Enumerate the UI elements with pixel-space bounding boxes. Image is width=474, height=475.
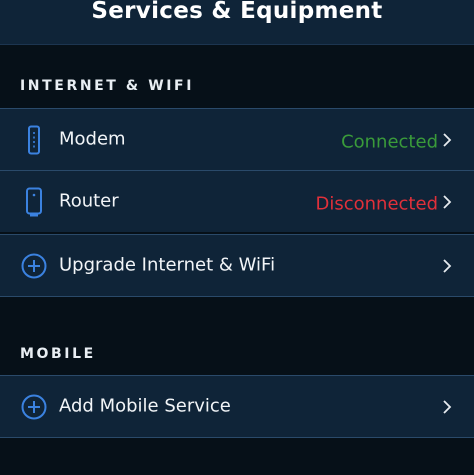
chevron-right-icon (440, 131, 454, 149)
modem-label: Modem (59, 128, 126, 150)
upgrade-internet-row[interactable]: Upgrade Internet & WiFi (0, 234, 474, 297)
add-mobile-service-label: Add Mobile Service (59, 395, 231, 417)
router-row[interactable]: Router Disconnected (0, 170, 474, 232)
modem-icon (19, 125, 49, 155)
upgrade-internet-label: Upgrade Internet & WiFi (59, 254, 276, 276)
router-icon (19, 187, 49, 217)
chevron-right-icon (440, 398, 454, 416)
chevron-right-icon (440, 193, 454, 211)
page-title: Services & Equipment (91, 0, 383, 24)
add-mobile-service-row[interactable]: Add Mobile Service (0, 375, 474, 438)
chevron-right-icon (440, 257, 454, 275)
page-header: Services & Equipment (0, 0, 474, 45)
section-label-internet-wifi: INTERNET & WIFI (20, 78, 195, 94)
router-status: Disconnected (315, 193, 439, 215)
plus-circle-icon (19, 251, 49, 281)
modem-status: Connected (341, 131, 438, 153)
plus-circle-icon (19, 392, 49, 422)
router-label: Router (59, 190, 119, 212)
section-label-mobile: MOBILE (20, 346, 96, 362)
modem-row[interactable]: Modem Connected (0, 108, 474, 170)
